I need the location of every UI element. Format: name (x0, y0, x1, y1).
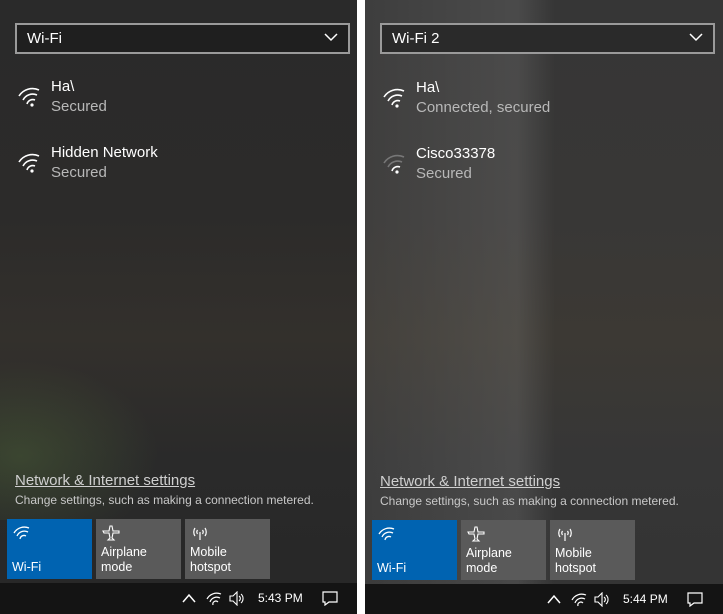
wifi-strong-icon (18, 153, 40, 173)
network-settings-description: Change settings, such as making a connec… (15, 493, 314, 507)
mobile-hotspot-tile[interactable]: Mobile hotspot (550, 520, 635, 580)
chevron-up-icon[interactable] (181, 591, 197, 606)
volume-icon[interactable] (594, 592, 610, 607)
chevron-up-icon[interactable] (546, 592, 562, 607)
wifi-tray-icon[interactable] (571, 592, 587, 607)
network-status: Connected, secured (416, 99, 551, 116)
network-flyout-left: Wi-Fi Ha\ Secured Hidden Network Secured… (0, 0, 357, 614)
wifi-tray-icon[interactable] (206, 591, 222, 606)
divider (357, 0, 365, 614)
airplane-icon (102, 525, 120, 541)
network-settings-description: Change settings, such as making a connec… (380, 494, 679, 508)
wifi-tile[interactable]: Wi-Fi (7, 519, 92, 579)
hotspot-icon (558, 528, 572, 541)
network-name: Ha\ (51, 78, 75, 95)
wifi-strong-icon (18, 87, 40, 107)
airplane-mode-tile-label: Airplane mode (101, 545, 147, 574)
airplane-icon (467, 526, 485, 542)
wifi-weak-icon (383, 154, 405, 174)
adapter-dropdown-value: Wi-Fi 2 (392, 30, 440, 47)
action-center-icon[interactable] (322, 591, 338, 606)
wifi-tile[interactable]: Wi-Fi (372, 520, 457, 580)
network-status: Secured (416, 165, 472, 182)
adapter-dropdown-value: Wi-Fi (27, 30, 62, 47)
wifi-strong-icon (383, 88, 405, 108)
clock[interactable]: 5:43 PM (258, 591, 303, 605)
wifi-icon (13, 526, 30, 540)
clock[interactable]: 5:44 PM (623, 592, 668, 606)
hotspot-icon (193, 527, 207, 540)
volume-icon[interactable] (229, 591, 245, 606)
network-item[interactable]: Cisco33378 Secured (380, 145, 710, 197)
wifi-tile-label: Wi-Fi (377, 561, 407, 575)
mobile-hotspot-tile-label: Mobile hotspot (190, 545, 232, 574)
adapter-dropdown[interactable]: Wi-Fi (15, 23, 350, 54)
network-name: Ha\ (416, 79, 440, 96)
wifi-tile-label: Wi-Fi (12, 560, 42, 574)
network-item[interactable]: Ha\ Connected, secured (380, 79, 710, 131)
network-status: Secured (51, 164, 107, 181)
network-flyout-right: Wi-Fi 2 Ha\ Connected, secured Cisco3337… (365, 0, 723, 614)
mobile-hotspot-tile[interactable]: Mobile hotspot (185, 519, 270, 579)
airplane-mode-tile[interactable]: Airplane mode (461, 520, 546, 580)
network-item[interactable]: Hidden Network Secured (15, 144, 345, 196)
airplane-mode-tile[interactable]: Airplane mode (96, 519, 181, 579)
chevron-down-icon (324, 33, 338, 42)
network-name: Hidden Network (51, 144, 158, 161)
adapter-dropdown[interactable]: Wi-Fi 2 (380, 23, 715, 54)
taskbar: 5:43 PM (0, 583, 357, 614)
taskbar: 5:44 PM (365, 584, 723, 614)
network-name: Cisco33378 (416, 145, 496, 162)
action-center-icon[interactable] (687, 592, 703, 607)
wifi-icon (378, 527, 395, 541)
network-settings-link[interactable]: Network & Internet settings (380, 473, 560, 490)
network-status: Secured (51, 98, 107, 115)
network-item[interactable]: Ha\ Secured (15, 78, 345, 130)
airplane-mode-tile-label: Airplane mode (466, 546, 512, 575)
chevron-down-icon (689, 33, 703, 42)
network-settings-link[interactable]: Network & Internet settings (15, 472, 195, 489)
mobile-hotspot-tile-label: Mobile hotspot (555, 546, 597, 575)
